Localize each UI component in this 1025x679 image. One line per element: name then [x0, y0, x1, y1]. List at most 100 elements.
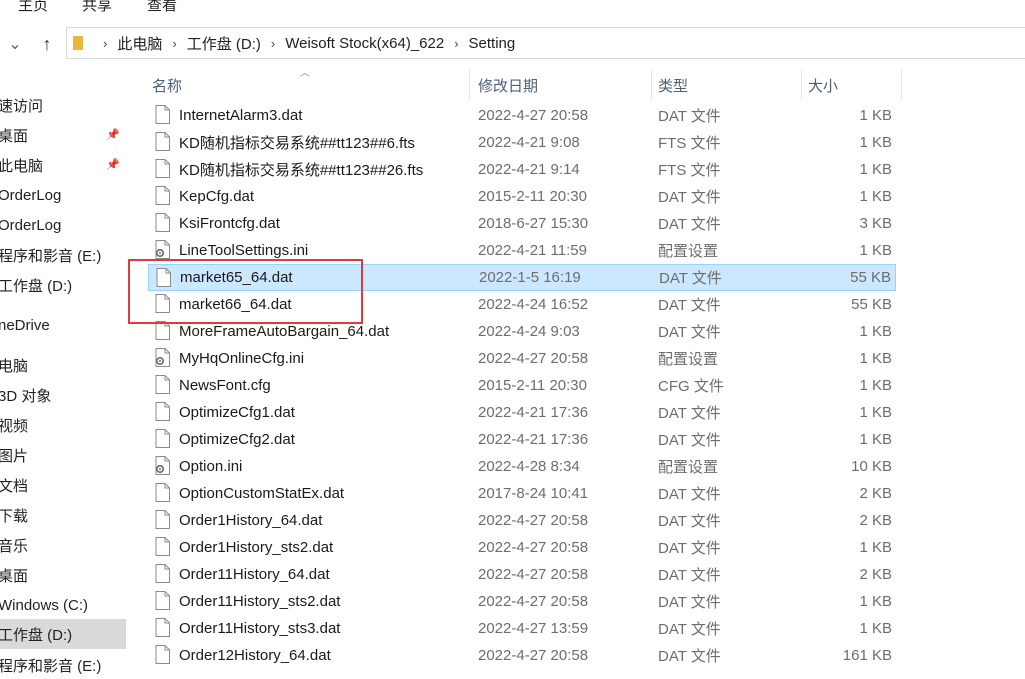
annotation-highlight-box — [128, 259, 363, 324]
file-type: DAT 文件 — [658, 324, 721, 341]
file-size: 1 KB — [859, 188, 892, 205]
chevron-right-icon[interactable]: › — [454, 36, 458, 51]
file-row[interactable]: InternetAlarm3.dat 2022-4-27 20:58 DAT 文件 1… — [148, 102, 896, 129]
breadcrumb-weisoft[interactable]: Weisoft Stock(x64)_622 — [285, 35, 444, 52]
file-row[interactable]: Order1History_sts2.dat 2022-4-27 20:58 DAT… — [148, 534, 896, 561]
nav-item-orderlog[interactable]: OrderLog — [0, 180, 126, 210]
file-row[interactable]: Order1History_64.dat 2022-4-27 20:58 DAT 文… — [148, 507, 896, 534]
file-row[interactable]: OptimizeCfg2.dat 2022-4-21 17:36 DAT 文件 1 K… — [148, 426, 896, 453]
nav-item-drive-e-2[interactable]: 程序和影音 (E:) — [0, 650, 126, 679]
nav-item-downloads[interactable]: 下载 — [0, 500, 126, 530]
file-size: 1 KB — [859, 431, 892, 448]
nav-item-videos[interactable]: 视频 — [0, 410, 126, 440]
settings-file-icon — [155, 240, 170, 259]
column-header-name[interactable]: 名称 — [148, 70, 470, 100]
file-date: 2017-8-24 10:41 — [478, 485, 589, 502]
file-name: Order1History_64.dat — [179, 512, 323, 529]
file-date: 2022-1-5 16:19 — [479, 269, 581, 286]
file-type: DAT 文件 — [658, 486, 721, 503]
file-date: 2022-4-21 9:14 — [478, 161, 580, 178]
file-name: KsiFrontcfg.dat — [179, 215, 280, 232]
tab-share[interactable]: 共享 — [82, 0, 112, 14]
up-arrow-icon[interactable]: ↑ — [34, 30, 60, 58]
nav-item-onedrive[interactable]: neDrive — [0, 310, 126, 340]
file-row[interactable]: Order11History_sts3.dat 2022-4-27 13:59 DA… — [148, 615, 896, 642]
file-row[interactable]: MyHqOnlineCfg.ini 2022-4-27 20:58 配置设置 1 KB — [148, 345, 896, 372]
file-name: Order1History_sts2.dat — [179, 539, 334, 556]
file-icon — [155, 564, 170, 583]
file-type: DAT 文件 — [658, 513, 721, 530]
file-type: DAT 文件 — [658, 108, 721, 125]
file-date: 2022-4-24 9:03 — [478, 323, 580, 340]
file-size: 10 KB — [851, 458, 892, 475]
nav-item-drive-c[interactable]: Windows (C:) — [0, 590, 126, 620]
tab-view[interactable]: 查看 — [147, 0, 177, 14]
file-name: MyHqOnlineCfg.ini — [179, 350, 305, 367]
settings-file-icon — [155, 456, 170, 475]
file-row[interactable]: KD随机指标交易系统##tt123##6.fts 2022-4-21 9:08 FT… — [148, 129, 896, 156]
file-icon — [155, 429, 170, 448]
file-row[interactable]: KsiFrontcfg.dat 2018-6-27 15:30 DAT 文件 3 KB — [148, 210, 896, 237]
file-row[interactable]: OptionCustomStatEx.dat 2017-8-24 10:41 DAT… — [148, 480, 896, 507]
file-name: Order12History_64.dat — [179, 647, 331, 664]
file-name: Order11History_sts2.dat — [179, 593, 341, 610]
file-row[interactable]: KepCfg.dat 2015-2-11 20:30 DAT 文件 1 KB — [148, 183, 896, 210]
nav-item-documents[interactable]: 文档 — [0, 470, 126, 500]
chevron-right-icon[interactable]: › — [271, 36, 275, 51]
file-date: 2022-4-21 9:08 — [478, 134, 580, 151]
file-type: 配置设置 — [658, 243, 719, 260]
chevron-right-icon[interactable]: › — [103, 36, 107, 51]
nav-item-computer[interactable]: 电脑 — [0, 350, 126, 380]
file-row[interactable]: Order11History_sts2.dat 2022-4-27 20:58 DA… — [148, 588, 896, 615]
file-row[interactable]: NewsFont.cfg 2015-2-11 20:30 CFG 文件 1 KB — [148, 372, 896, 399]
file-name: KD随机指标交易系统##tt123##26.fts — [179, 162, 424, 179]
address-bar[interactable]: › 此电脑 › 工作盘 (D:) › Weisoft Stock(x64)_62… — [66, 27, 1025, 59]
file-row[interactable]: Option.ini 2022-4-28 8:34 配置设置 10 KB — [148, 453, 896, 480]
nav-item-desktop-2[interactable]: 桌面 — [0, 560, 126, 590]
nav-item-orderlog-2[interactable]: OrderLog — [0, 210, 126, 240]
file-type: DAT 文件 — [658, 648, 721, 665]
file-name: OptimizeCfg2.dat — [179, 431, 295, 448]
navigation-pane: 速访问 桌面 📌 此电脑 📌 OrderLog OrderLog 程序和影音 (E:… — [0, 90, 126, 679]
file-name: OptionCustomStatEx.dat — [179, 485, 345, 502]
file-name: LineToolSettings.ini — [179, 242, 309, 259]
file-date: 2015-2-11 20:30 — [478, 377, 587, 394]
nav-item-this-pc[interactable]: 此电脑 📌 — [0, 150, 126, 180]
breadcrumb-setting[interactable]: Setting — [469, 35, 516, 52]
nav-item-drive-d[interactable]: 工作盘 (D:) — [0, 270, 126, 300]
file-size: 2 KB — [859, 566, 892, 583]
file-type: DAT 文件 — [658, 297, 721, 314]
file-size: 1 KB — [859, 620, 892, 637]
file-icon — [155, 537, 170, 556]
nav-item-drive-e[interactable]: 程序和影音 (E:) — [0, 240, 126, 270]
back-history-chevron-icon[interactable]: ⌄ — [0, 30, 30, 58]
file-name: Order11History_sts3.dat — [179, 620, 341, 637]
breadcrumb-drive-d[interactable]: 工作盘 (D:) — [187, 33, 261, 54]
file-type: FTS 文件 — [658, 135, 721, 152]
file-icon — [155, 132, 170, 151]
tab-home[interactable]: 主页 — [18, 0, 48, 14]
column-header-type[interactable]: 类型 — [654, 70, 802, 100]
breadcrumb-this-pc[interactable]: 此电脑 — [117, 33, 162, 54]
nav-item-music[interactable]: 音乐 — [0, 530, 126, 560]
file-date: 2022-4-27 20:58 — [478, 350, 589, 367]
nav-item-pictures[interactable]: 图片 — [0, 440, 126, 470]
column-header-date[interactable]: 修改日期 — [474, 70, 652, 100]
chevron-right-icon[interactable]: › — [172, 36, 176, 51]
file-icon — [155, 375, 170, 394]
file-row[interactable]: Order11History_64.dat 2022-4-27 20:58 DAT … — [148, 561, 896, 588]
file-type: FTS 文件 — [658, 162, 721, 179]
nav-item-desktop[interactable]: 桌面 📌 — [0, 120, 126, 150]
file-row[interactable]: KD随机指标交易系统##tt123##26.fts 2022-4-21 9:14 F… — [148, 156, 896, 183]
file-row[interactable]: OptimizeCfg1.dat 2022-4-21 17:36 DAT 文件 1 K… — [148, 399, 896, 426]
column-header-size[interactable]: 大小 — [804, 70, 902, 100]
nav-item-quick-access[interactable]: 速访问 — [0, 90, 126, 120]
file-row[interactable]: Order12History_64.dat 2022-4-27 20:58 DAT … — [148, 642, 896, 669]
file-name: OptimizeCfg1.dat — [179, 404, 295, 421]
file-icon — [155, 159, 170, 178]
file-type: DAT 文件 — [658, 405, 721, 422]
nav-item-drive-d-selected[interactable]: 工作盘 (D:) — [0, 619, 126, 649]
nav-item-3d-objects[interactable]: 3D 对象 — [0, 380, 126, 410]
file-size: 55 KB — [850, 269, 891, 286]
file-type: 配置设置 — [658, 351, 719, 368]
